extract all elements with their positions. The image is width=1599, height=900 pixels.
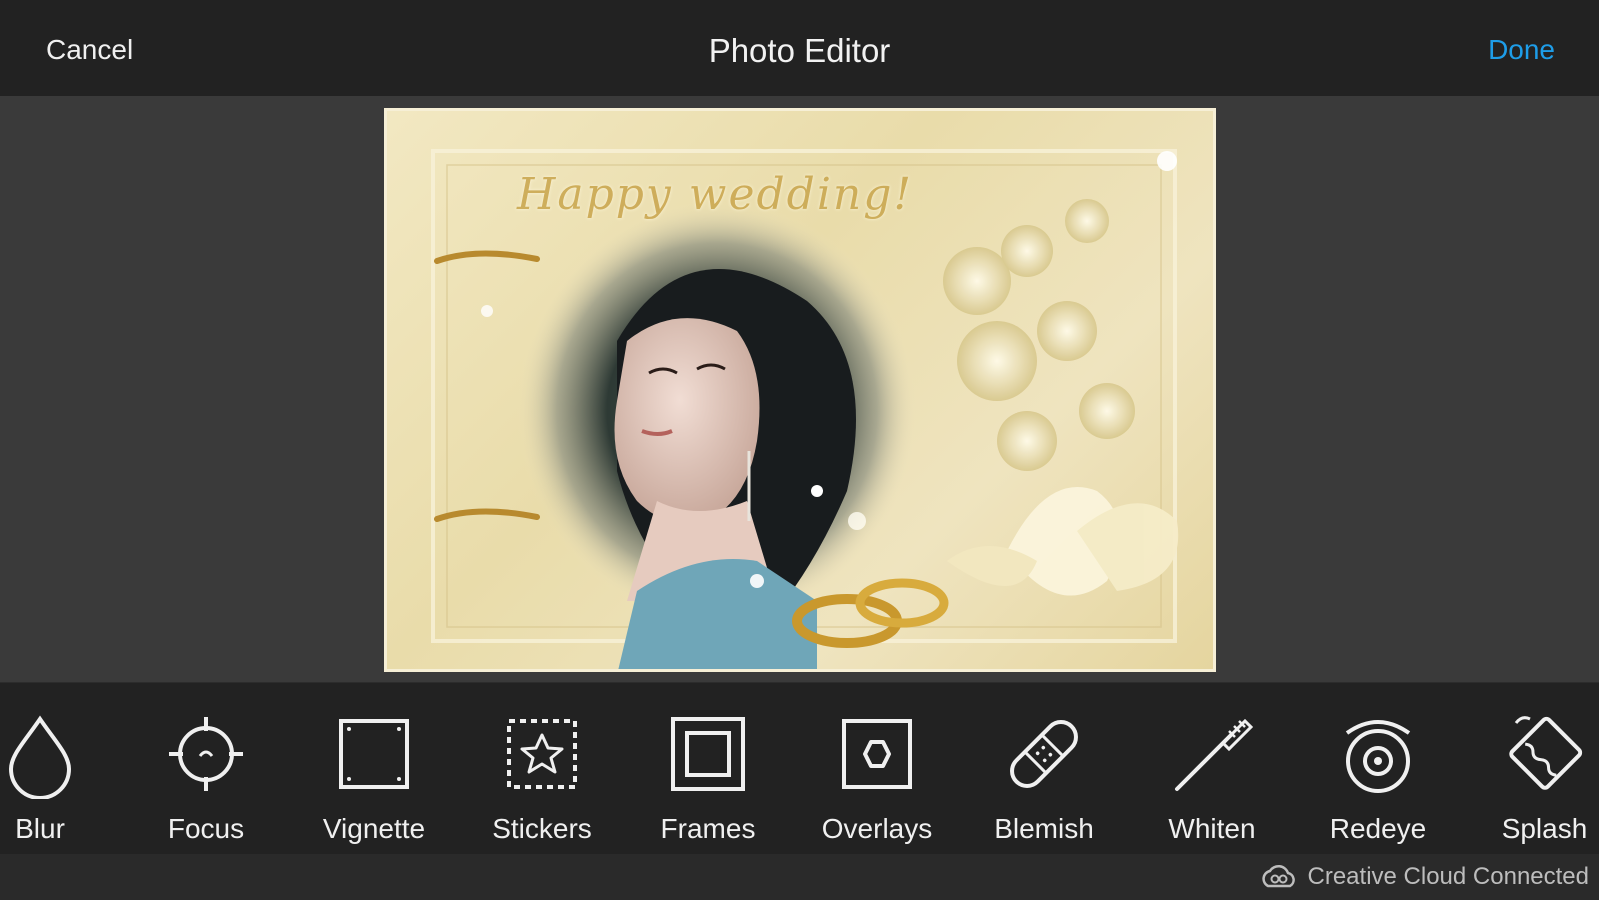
status-bar: Creative Cloud Connected [0,854,1599,900]
tool-blur[interactable]: Blur [0,683,80,855]
tool-label: Frames [660,813,756,844]
tool-focus[interactable]: Focus [156,683,256,855]
tool-label: Focus [167,813,245,844]
done-button[interactable]: Done [1488,34,1555,66]
tool-whiten[interactable]: Whiten [1152,683,1272,855]
tool-vignette[interactable]: Vignette [312,683,436,855]
tool-label: Overlays [821,813,933,844]
tool-label: Vignette [322,813,426,844]
tool-label: Redeye [1329,813,1427,844]
stickers-star-icon [507,719,577,789]
overlays-hexagon-icon [842,719,912,789]
top-bar: Cancel Photo Editor Done [0,0,1599,96]
photo-preview[interactable]: Happy wedding! [384,108,1216,672]
splash-bucket-icon [1508,716,1582,790]
tool-label: Whiten [1168,813,1256,844]
redeye-icon [1345,720,1411,793]
tool-label: Blemish [994,813,1094,844]
tool-label: Splash [1501,813,1588,844]
blemish-bandage-icon [1010,720,1078,788]
creative-cloud-label: Creative Cloud Connected [1307,863,1590,890]
creative-cloud-icon [1261,864,1295,888]
frames-icon [671,717,745,791]
tool-splash[interactable]: Splash [1490,683,1599,855]
tool-label: Stickers [492,813,592,844]
creative-cloud-status[interactable]: Creative Cloud Connected [1260,862,1590,892]
tools-toolbar: Blur Focus Vignette Stickers Frames Over… [0,682,1599,854]
page-title: Photo Editor [708,32,891,69]
tool-overlays[interactable]: Overlays [812,683,942,855]
tool-frames[interactable]: Frames [648,683,768,855]
whiten-toothbrush-icon [1175,718,1254,791]
canvas-area: Happy wedding! [0,96,1599,682]
tool-label: Blur [15,813,65,844]
vignette-icon [339,719,409,789]
tool-redeye[interactable]: Redeye [1318,683,1438,855]
photo-caption-text: Happy wedding! [517,169,914,220]
tool-blemish[interactable]: Blemish [982,683,1106,855]
focus-crosshair-icon [169,717,243,791]
tool-stickers[interactable]: Stickers [480,683,604,855]
blur-drop-icon [8,715,72,799]
